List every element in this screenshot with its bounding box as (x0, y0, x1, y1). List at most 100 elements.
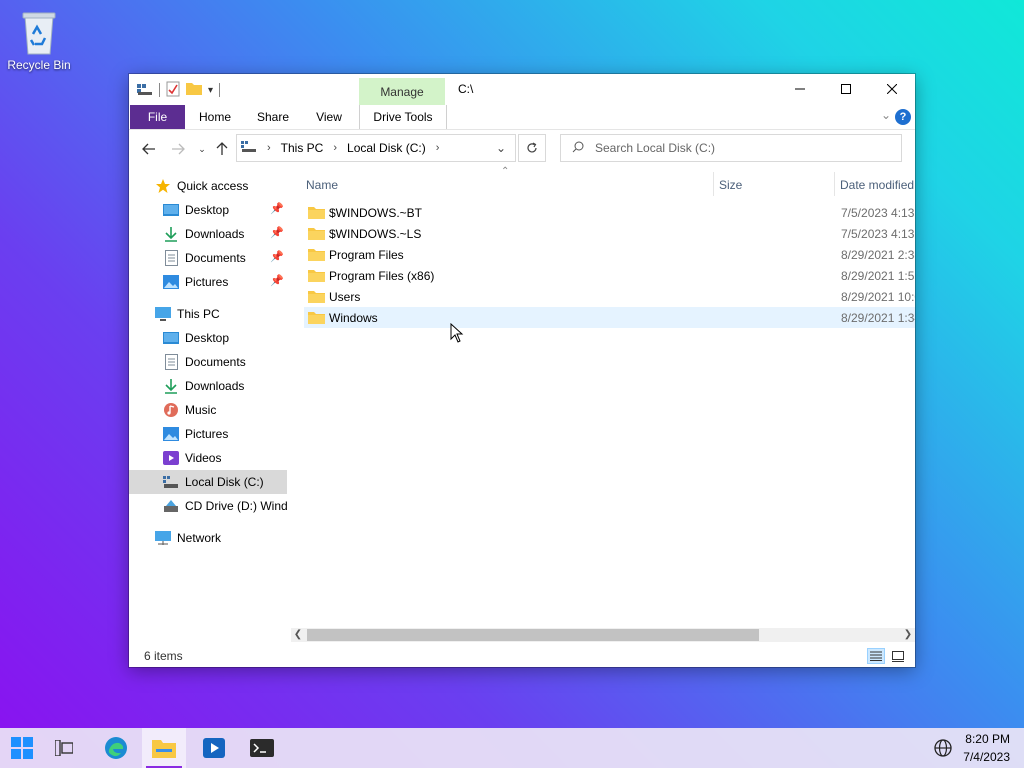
taskbar: 8:20 PM 7/4/2023 (0, 728, 1024, 768)
pin-icon[interactable]: 📌 (270, 250, 284, 263)
edge-taskbar-button[interactable] (94, 728, 138, 768)
help-button[interactable]: ? (895, 109, 911, 125)
column-header-date-modified[interactable]: Date modified (840, 174, 915, 196)
large-icons-view-button[interactable] (889, 648, 907, 664)
tab-file[interactable]: File (130, 105, 185, 129)
start-button[interactable] (0, 728, 44, 768)
expand-ribbon-chevron-icon[interactable]: ⌄ (881, 108, 891, 122)
media-player-taskbar-button[interactable] (192, 728, 236, 768)
breadcrumb-chevron-icon[interactable]: › (267, 142, 271, 154)
edge-icon (105, 737, 127, 759)
up-button[interactable] (213, 140, 231, 158)
maximize-icon (841, 84, 851, 94)
pin-icon[interactable]: 📌 (270, 226, 284, 239)
forward-button[interactable] (169, 140, 187, 158)
nav-pc-music[interactable]: Music (163, 398, 216, 422)
refresh-icon (527, 142, 537, 153)
scroll-right-icon[interactable]: ❯ (901, 628, 915, 642)
large-icons-view-icon (892, 650, 904, 662)
nav-pc-downloads[interactable]: Downloads (163, 374, 244, 398)
breadcrumb-local-disk[interactable]: Local Disk (C:) (347, 141, 426, 155)
recent-locations-button[interactable]: ⌄ (193, 140, 211, 158)
tab-drive-tools[interactable]: Drive Tools (359, 105, 447, 129)
file-explorer-window: ▾ Manage C:\ File Home Share View Drive … (129, 74, 915, 667)
nav-label: CD Drive (D:) Windows (185, 499, 287, 513)
new-folder-icon[interactable] (186, 82, 202, 98)
nav-qa-downloads[interactable]: Downloads (163, 222, 244, 246)
table-row[interactable]: $WINDOWS.~LS 7/5/2023 4:13 (304, 223, 915, 244)
tab-view[interactable]: View (305, 105, 353, 129)
breadcrumb-chevron-icon[interactable]: › (436, 142, 440, 154)
scrollbar-thumb[interactable] (307, 629, 759, 641)
nav-pc-pictures[interactable]: Pictures (163, 422, 228, 446)
table-row[interactable]: Users 8/29/2021 10:0 (304, 286, 915, 307)
system-clock[interactable]: 8:20 PM 7/4/2023 (963, 730, 1010, 766)
breadcrumb-chevron-icon[interactable]: › (333, 142, 337, 154)
nav-qa-desktop[interactable]: Desktop (163, 198, 229, 222)
table-row[interactable]: Windows 8/29/2021 1:34 (304, 307, 915, 328)
properties-icon[interactable] (166, 81, 180, 100)
start-icon (11, 737, 33, 759)
file-date-modified: 7/5/2023 4:13 (841, 205, 915, 220)
nav-qa-documents[interactable]: Documents (163, 246, 246, 270)
nav-this-pc[interactable]: This PC (155, 302, 220, 326)
computer-icon (155, 306, 171, 322)
table-row[interactable]: Program Files (x86) 8/29/2021 1:55 (304, 265, 915, 286)
nav-pc-videos[interactable]: Videos (163, 446, 221, 470)
tab-share[interactable]: Share (249, 105, 297, 129)
nav-network[interactable]: Network (155, 526, 221, 550)
table-row[interactable]: $WINDOWS.~BT 7/5/2023 4:13 (304, 202, 915, 223)
file-explorer-taskbar-button[interactable] (142, 728, 186, 768)
file-date-modified: 8/29/2021 10:0 (841, 289, 915, 304)
column-header-name[interactable]: Name (306, 174, 711, 196)
maximize-button[interactable] (823, 74, 869, 104)
desktop-folder-icon (163, 330, 179, 346)
forward-arrow-icon (172, 143, 185, 155)
drive-app-icon[interactable] (137, 82, 153, 99)
pin-icon[interactable]: 📌 (270, 274, 284, 287)
videos-icon (163, 450, 179, 466)
close-button[interactable] (869, 74, 915, 104)
recycle-bin-desktop-icon[interactable]: Recycle Bin (4, 8, 74, 72)
terminal-taskbar-button[interactable] (240, 728, 284, 768)
customize-toolbar-chevron-icon[interactable]: ▾ (208, 85, 213, 96)
scroll-left-icon[interactable]: ❮ (291, 628, 305, 642)
folder-icon (308, 311, 325, 324)
minimize-icon (795, 88, 805, 90)
address-dropdown-icon[interactable]: ⌄ (487, 141, 515, 155)
clock-date: 7/4/2023 (963, 750, 1010, 764)
nav-pc-desktop[interactable]: Desktop (163, 326, 229, 350)
back-arrow-icon (142, 143, 155, 155)
nav-pc-local-disk[interactable]: Local Disk (C:) (129, 470, 287, 494)
pin-icon[interactable]: 📌 (270, 202, 284, 215)
nav-label: Desktop (185, 331, 230, 345)
column-divider[interactable] (834, 172, 835, 196)
minimize-button[interactable] (777, 74, 823, 104)
search-input[interactable]: Search Local Disk (C:) (595, 141, 715, 155)
task-view-button[interactable] (42, 728, 86, 768)
recycle-bin-label: Recycle Bin (7, 58, 71, 72)
column-divider[interactable] (713, 172, 714, 196)
search-box[interactable]: Search Local Disk (C:) (560, 134, 902, 162)
back-button[interactable] (140, 140, 158, 158)
nav-pc-cd-drive[interactable]: CD Drive (D:) Windows (163, 494, 287, 518)
tab-home[interactable]: Home (191, 105, 239, 129)
nav-pc-documents[interactable]: Documents (163, 350, 246, 374)
breadcrumb-this-pc[interactable]: This PC (281, 141, 324, 155)
nav-quick-access[interactable]: Quick access (155, 174, 248, 198)
mouse-cursor-icon (450, 322, 464, 343)
network-status-globe-icon[interactable] (933, 738, 953, 761)
nav-qa-pictures[interactable]: Pictures (163, 270, 228, 294)
file-name: Program Files (x86) (329, 268, 435, 283)
nav-label: Documents (185, 251, 246, 265)
address-bar[interactable]: › This PC › Local Disk (C:) › ⌄ (236, 134, 516, 162)
documents-icon (163, 354, 179, 370)
details-view-button[interactable] (867, 648, 885, 664)
horizontal-scrollbar[interactable]: ❮ ❯ (291, 628, 915, 642)
table-row[interactable]: Program Files 8/29/2021 2:38 (304, 244, 915, 265)
network-icon (155, 530, 171, 546)
file-date-modified: 8/29/2021 1:34 (841, 310, 915, 325)
column-header-size[interactable]: Size (719, 174, 829, 196)
refresh-button[interactable] (518, 134, 546, 162)
folder-icon (308, 248, 325, 261)
